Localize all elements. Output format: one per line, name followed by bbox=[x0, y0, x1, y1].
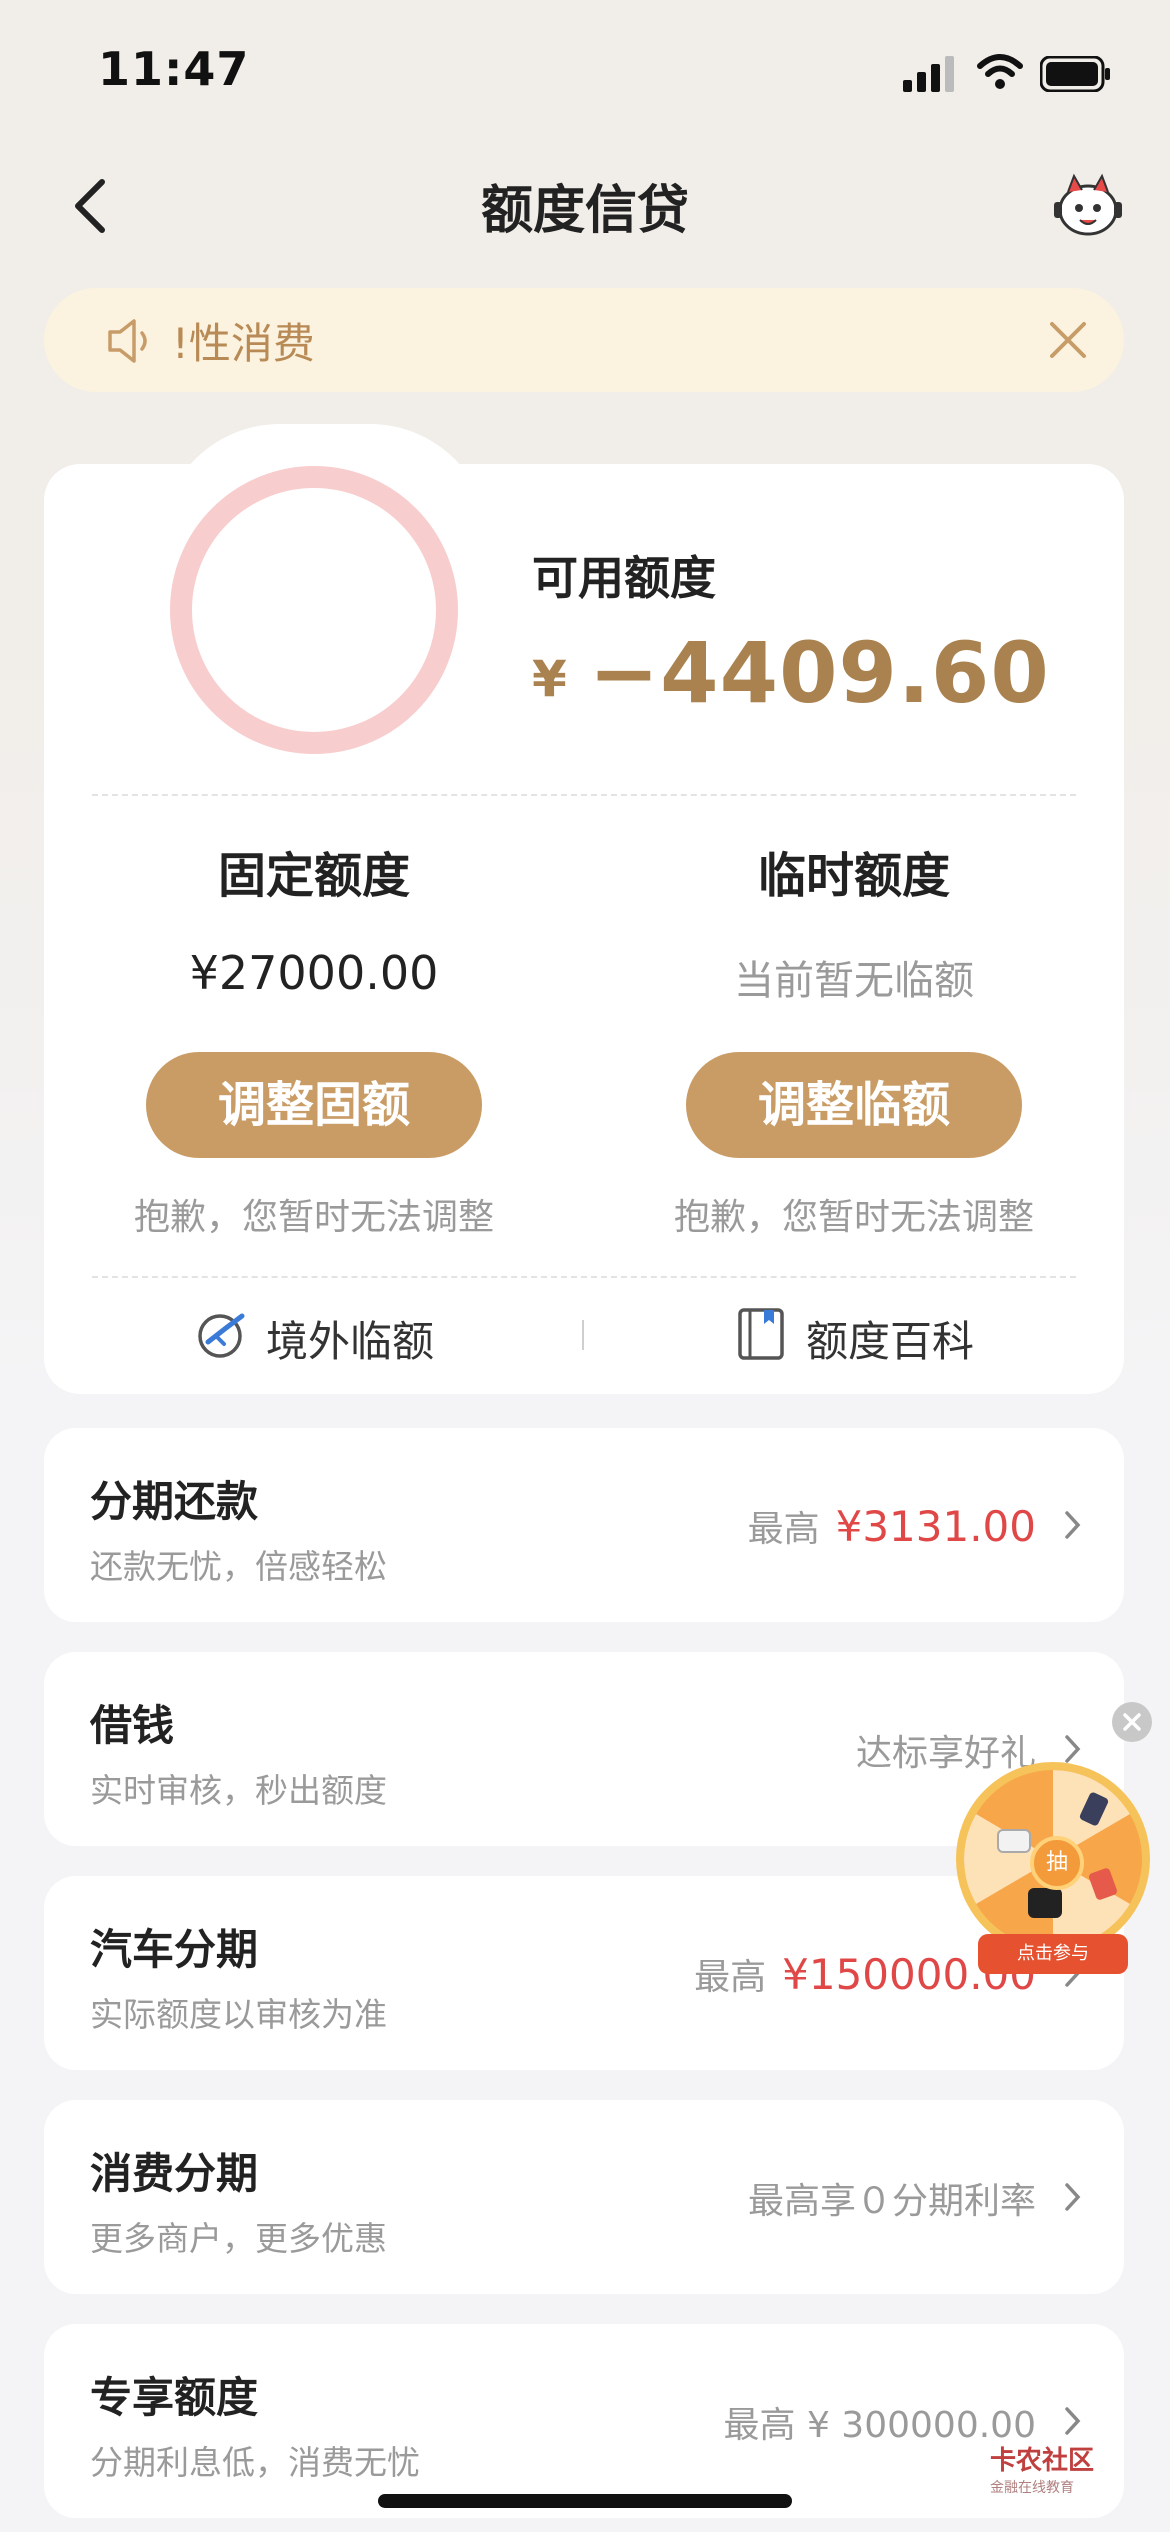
row-right-label: 最高 bbox=[694, 1957, 767, 1998]
row-title: 借钱 bbox=[90, 1701, 175, 1750]
list-item-installment-repayment[interactable]: 分期还款 还款无忧，倍感轻松 最高 ¥3131.00 bbox=[44, 1428, 1124, 1622]
battery-icon bbox=[1040, 56, 1110, 92]
notice-text: !性消费 bbox=[172, 319, 315, 368]
participate-tag[interactable]: 点击参与 bbox=[978, 1934, 1128, 1974]
fixed-quota-title: 固定额度 bbox=[217, 848, 410, 904]
row-subtitle: 实际额度以审核为准 bbox=[90, 1995, 387, 2034]
currency-symbol: ¥ bbox=[532, 650, 567, 708]
row-subtitle: 更多商户，更多优惠 bbox=[90, 2219, 387, 2258]
temporary-quota-note: 抱歉，您暂时无法调整 bbox=[673, 1197, 1034, 1238]
adjust-temporary-quota-button[interactable]: 调整临额 bbox=[686, 1052, 1022, 1158]
watermark-logo: 卡农社区 金融在线教育 bbox=[990, 2440, 1094, 2497]
row-title: 分期还款 bbox=[90, 1477, 259, 1526]
quota-card: 可用额度 ¥ −4409.60 固定额度 ¥27000.00 调整固额 抱歉，您暂… bbox=[44, 464, 1124, 1394]
available-quota-label: 可用额度 bbox=[532, 551, 716, 605]
adjust-fixed-quota-button[interactable]: 调整固额 bbox=[146, 1052, 482, 1158]
fixed-quota-note: 抱歉，您暂时无法调整 bbox=[133, 1197, 494, 1238]
temporary-quota-value: 当前暂无临额 bbox=[734, 958, 974, 1004]
watermark-slogan: 金融在线教育 bbox=[990, 2480, 1074, 2496]
notice-bar[interactable]: !性消费 bbox=[44, 288, 1124, 392]
list-item-car-installment[interactable]: 汽车分期 实际额度以审核为准 最高 ¥150000.00 bbox=[44, 1876, 1124, 2070]
link-divider bbox=[582, 1320, 584, 1350]
page-title: 额度信贷 bbox=[480, 181, 689, 241]
speaker-icon bbox=[108, 319, 147, 363]
row-title: 消费分期 bbox=[90, 2149, 259, 2198]
list-item-borrow[interactable]: 借钱 实时审核，秒出额度 达标享好礼 bbox=[44, 1652, 1124, 1846]
wheel-center-label: 抽 bbox=[1030, 1836, 1084, 1890]
close-icon[interactable] bbox=[1046, 318, 1090, 362]
row-subtitle: 分期利息低，消费无忧 bbox=[90, 2443, 420, 2482]
available-quota-amount: ¥ −4409.60 bbox=[532, 624, 1050, 722]
row-right-label: 最高 bbox=[747, 1509, 820, 1550]
wifi-icon bbox=[977, 54, 1023, 89]
divider bbox=[92, 1276, 1076, 1278]
chevron-right-icon bbox=[1065, 2183, 1081, 2211]
row-subtitle: 实时审核，秒出额度 bbox=[90, 1771, 387, 1810]
watermark-name: 卡农社区 bbox=[990, 2446, 1095, 2476]
cellular-signal-icon bbox=[903, 56, 954, 92]
overseas-quota-label: 境外临额 bbox=[266, 1317, 435, 1366]
row-right-text: 最高 ¥3131.00 bbox=[748, 1500, 1036, 1552]
plane-globe-icon bbox=[198, 1313, 245, 1358]
lottery-wheel[interactable]: 抽 bbox=[956, 1762, 1150, 1956]
divider bbox=[92, 794, 1076, 796]
row-right-label: 最高享０分期利率 bbox=[747, 2181, 1036, 2222]
close-icon bbox=[1123, 1713, 1141, 1731]
row-right-text: 达标享好礼 bbox=[856, 1724, 1036, 1776]
row-right-label: 达标享好礼 bbox=[855, 1733, 1036, 1774]
chevron-right-icon bbox=[1065, 1735, 1081, 1763]
chevron-right-icon bbox=[1065, 2407, 1081, 2435]
row-title: 专享额度 bbox=[90, 2373, 259, 2422]
list-item-exclusive-quota[interactable]: 专享额度 分期利息低，消费无忧 最高 ¥ 300000.00 bbox=[44, 2324, 1124, 2518]
customer-service-mascot-icon[interactable] bbox=[1052, 172, 1124, 240]
quota-ring-chart bbox=[170, 466, 458, 754]
row-right-value: ¥3131.00 bbox=[835, 1502, 1036, 1551]
row-right-text: 最高享０分期利率 bbox=[748, 2172, 1036, 2224]
floating-close-button[interactable] bbox=[1112, 1702, 1152, 1742]
chevron-right-icon bbox=[1065, 1511, 1081, 1539]
row-subtitle: 还款无忧，倍感轻松 bbox=[90, 1547, 387, 1586]
quota-encyclopedia-label: 额度百科 bbox=[806, 1317, 975, 1366]
list-item-consumer-installment[interactable]: 消费分期 更多商户，更多优惠 最高享０分期利率 bbox=[44, 2100, 1124, 2294]
available-amount-value: −4409.60 bbox=[588, 624, 1050, 722]
status-time: 11:47 bbox=[98, 42, 250, 96]
fixed-quota-value: ¥27000.00 bbox=[189, 946, 439, 1000]
temporary-quota-title: 临时额度 bbox=[757, 848, 950, 904]
row-title: 汽车分期 bbox=[90, 1925, 259, 1974]
home-indicator bbox=[378, 2494, 792, 2508]
book-icon bbox=[738, 1308, 784, 1360]
